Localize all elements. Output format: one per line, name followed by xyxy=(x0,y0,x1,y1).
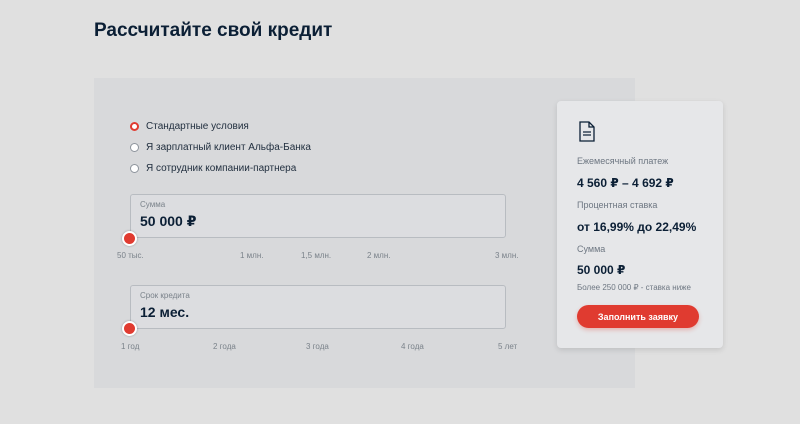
radio-label: Стандартные условия xyxy=(146,121,249,132)
amount-tick: 3 млн. xyxy=(495,251,519,260)
radio-option-standard[interactable]: Стандартные условия xyxy=(130,116,311,137)
term-tick: 3 года xyxy=(306,342,329,351)
radio-label: Я сотрудник компании-партнера xyxy=(146,163,297,174)
interest-rate-label: Процентная ставка xyxy=(577,200,658,210)
monthly-payment-value: 4 560 ₽ – 4 692 ₽ xyxy=(577,176,674,190)
loan-summary-card: Ежемесячный платеж 4 560 ₽ – 4 692 ₽ Про… xyxy=(557,101,723,348)
document-icon xyxy=(579,121,595,147)
page-title: Рассчитайте свой кредит xyxy=(94,20,333,41)
amount-field-label: Сумма xyxy=(140,200,166,209)
sum-note: Более 250 000 ₽ - ставка ниже xyxy=(577,283,691,292)
amount-field[interactable]: Сумма 50 000 ₽ xyxy=(130,194,506,238)
conditions-radio-group: Стандартные условия Я зарплатный клиент … xyxy=(130,116,311,179)
term-field[interactable]: Срок кредита 12 мес. xyxy=(130,285,506,329)
radio-button-checked[interactable] xyxy=(130,122,139,131)
sum-value: 50 000 ₽ xyxy=(577,263,626,277)
monthly-payment-label: Ежемесячный платеж xyxy=(577,156,669,166)
sum-label: Сумма xyxy=(577,244,606,254)
amount-tick: 1,5 млн. xyxy=(301,251,332,260)
term-tick: 2 года xyxy=(213,342,236,351)
radio-button[interactable] xyxy=(130,164,139,173)
calculator-panel: Стандартные условия Я зарплатный клиент … xyxy=(94,78,635,388)
radio-option-salary-client[interactable]: Я зарплатный клиент Альфа-Банка xyxy=(130,137,311,158)
term-tick: 4 года xyxy=(401,342,424,351)
amount-tick: 50 тыс. xyxy=(117,251,144,260)
term-tick: 1 год xyxy=(121,342,140,351)
interest-rate-value: от 16,99% до 22,49% xyxy=(577,220,697,234)
radio-label: Я зарплатный клиент Альфа-Банка xyxy=(146,142,311,153)
term-slider-handle[interactable] xyxy=(122,321,137,336)
radio-button[interactable] xyxy=(130,143,139,152)
term-tick: 5 лет xyxy=(498,342,518,351)
amount-slider-handle[interactable] xyxy=(122,231,137,246)
amount-tick: 2 млн. xyxy=(367,251,391,260)
apply-button[interactable]: Заполнить заявку xyxy=(577,305,699,328)
amount-tick: 1 млн. xyxy=(240,251,264,260)
amount-field-value[interactable]: 50 000 ₽ xyxy=(140,213,196,230)
radio-option-partner-employee[interactable]: Я сотрудник компании-партнера xyxy=(130,158,311,179)
term-field-value[interactable]: 12 мес. xyxy=(140,304,189,320)
term-field-label: Срок кредита xyxy=(140,291,190,300)
